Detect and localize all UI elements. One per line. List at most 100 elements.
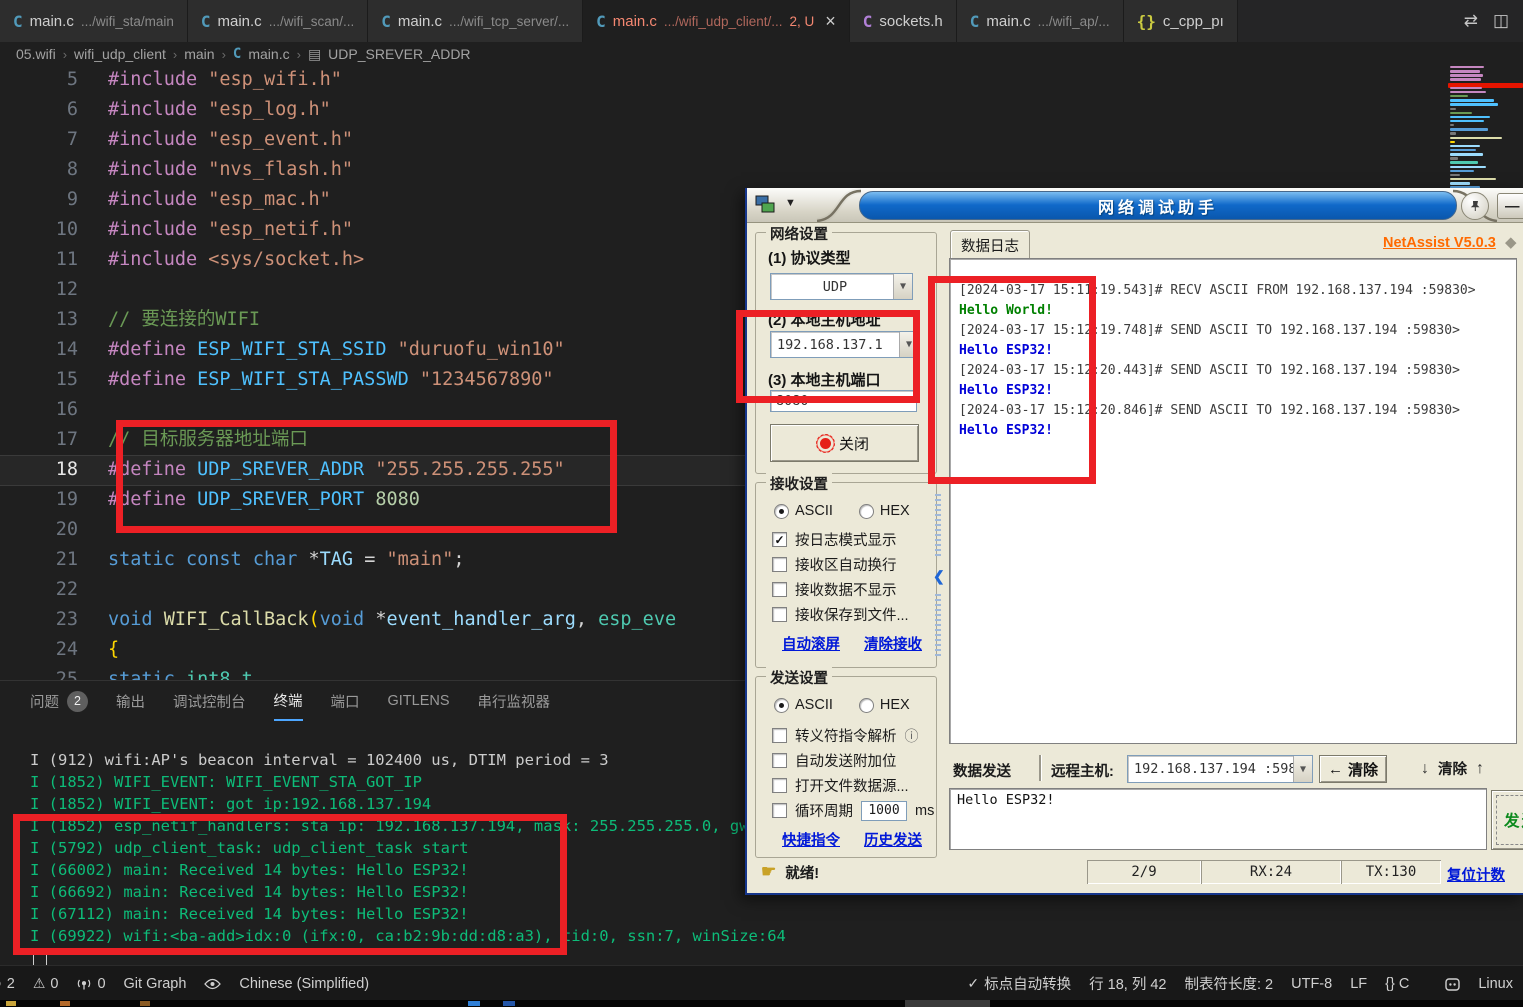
- status-item--[interactable]: ✓标点自动转换: [967, 973, 1071, 994]
- option-1[interactable]: 接收区自动换行: [772, 554, 897, 575]
- panel-tab-GITLENS[interactable]: GITLENS: [388, 681, 450, 721]
- chevron-down-icon[interactable]: ▼: [893, 274, 912, 299]
- send-hex-radio[interactable]: HEX: [859, 697, 910, 713]
- checkbox-icon[interactable]: [772, 778, 787, 793]
- editor-tab-sockets-h[interactable]: Csockets.h: [850, 0, 957, 42]
- status-bar: ⊗2 ⚠0 0 Git Graph Chinese (Simplified) ✓标点自动…: [0, 965, 1523, 1001]
- reset-counter-link[interactable]: 复位计数: [1447, 864, 1505, 885]
- option-3[interactable]: 接收保存到文件...: [772, 604, 909, 625]
- quick-command-link[interactable]: 快捷指令: [782, 829, 840, 850]
- checkbox-icon[interactable]: ✓: [772, 532, 787, 547]
- netassist-app-icon[interactable]: [755, 195, 777, 218]
- status-item--C[interactable]: {} C: [1385, 976, 1409, 992]
- chevron-down-icon[interactable]: ▼: [1293, 756, 1312, 782]
- checkbox-icon[interactable]: [772, 753, 787, 768]
- close-icon[interactable]: ×: [825, 11, 836, 32]
- status-item[interactable]: [1445, 977, 1460, 991]
- status-item[interactable]: [204, 978, 221, 990]
- breadcrumb-item[interactable]: main: [184, 46, 214, 62]
- breadcrumb-item[interactable]: 05.wifi: [16, 46, 56, 62]
- code-text: static int8_t: [78, 665, 253, 680]
- minimap[interactable]: [1448, 66, 1523, 190]
- close-connection-button[interactable]: 关闭: [770, 424, 919, 462]
- line-number: 20: [0, 515, 78, 545]
- panel-tab-问题[interactable]: 问题2: [30, 681, 88, 721]
- checkbox-icon[interactable]: [772, 607, 787, 622]
- titlebar-menu-arrow-icon[interactable]: ▼: [785, 197, 796, 209]
- split-editor-icon[interactable]: ◫: [1493, 11, 1509, 31]
- status-item-LF[interactable]: LF: [1350, 976, 1367, 992]
- protocol-select[interactable]: UDP ▼: [770, 273, 913, 300]
- code-text: #include "esp_mac.h": [78, 185, 331, 215]
- panel-tab-串行监视器[interactable]: 串行监视器: [478, 681, 551, 721]
- up-arrow-icon[interactable]: ↑: [1476, 760, 1484, 778]
- receive-ascii-radio[interactable]: ASCII: [774, 503, 833, 519]
- checkbox-icon[interactable]: [772, 803, 787, 818]
- option-3[interactable]: 循环周期1000ms: [772, 800, 934, 821]
- breadcrumb-item[interactable]: UDP_SREVER_ADDR: [328, 46, 470, 62]
- data-log-tab[interactable]: 数据日志: [950, 230, 1030, 260]
- history-controls: ↓ 清除 ↑: [1421, 758, 1484, 779]
- editor-tab-c_cpp_pı[interactable]: {}c_cpp_pı: [1124, 0, 1238, 42]
- netassist-titlebar[interactable]: ▼ 网络调试助手 —: [747, 188, 1523, 223]
- status-item-Linux[interactable]: Linux: [1478, 976, 1513, 992]
- status-item-0[interactable]: ⚠0: [33, 975, 59, 992]
- minimap-line: [1450, 78, 1481, 80]
- remote-host-select[interactable]: 192.168.137.194 :59830 ▼: [1127, 755, 1313, 783]
- minimap-line: [1450, 128, 1488, 130]
- collapse-left-icon[interactable]: ❮: [933, 568, 945, 585]
- status-item-Git-Graph[interactable]: Git Graph: [124, 976, 187, 992]
- down-arrow-icon[interactable]: ↓: [1421, 760, 1429, 778]
- checkbox-icon[interactable]: [772, 582, 787, 597]
- option-0[interactable]: ✓按日志模式显示: [772, 529, 897, 550]
- send-ascii-radio[interactable]: ASCII: [774, 697, 833, 713]
- checkbox-icon[interactable]: [772, 557, 787, 572]
- code-text: [78, 575, 108, 605]
- editor-tab-main-c[interactable]: Cmain.c.../wifi_scan/...: [188, 0, 368, 42]
- option-0[interactable]: 转义符指令解析ⓘ: [772, 725, 919, 746]
- clear-send-button[interactable]: ← 清除: [1319, 755, 1387, 783]
- status-item-UTF-8[interactable]: UTF-8: [1291, 976, 1332, 992]
- netassist-version-link[interactable]: NetAssist V5.0.3: [1383, 235, 1496, 251]
- editor-tab-main-c[interactable]: Cmain.c.../wifi_tcp_server/...: [368, 0, 583, 42]
- status-label: 行 18, 列 42: [1089, 973, 1166, 994]
- status-item--18-42[interactable]: 行 18, 列 42: [1089, 973, 1166, 994]
- panel-tab-端口[interactable]: 端口: [331, 681, 360, 721]
- cycle-period-input[interactable]: 1000: [861, 801, 907, 821]
- pin-button[interactable]: [1461, 192, 1489, 220]
- panel-tab-终端[interactable]: 终端: [274, 681, 303, 721]
- breadcrumb-item[interactable]: main.c: [248, 46, 289, 62]
- checkbox-icon[interactable]: [772, 728, 787, 743]
- send-text-input[interactable]: Hello ESP32!: [949, 788, 1487, 850]
- editor-tab-main-c[interactable]: Cmain.c.../wifi_sta/main: [0, 0, 188, 42]
- clear-history-link[interactable]: 清除: [1438, 758, 1467, 779]
- receive-hex-radio[interactable]: HEX: [859, 503, 910, 519]
- clear-receive-link[interactable]: 清除接收: [864, 633, 922, 654]
- editor-tab-main-c[interactable]: Cmain.c.../wifi_udp_client/...2, U×: [583, 0, 850, 42]
- option-2[interactable]: 打开文件数据源...: [772, 775, 909, 796]
- compare-changes-icon[interactable]: ⇄: [1464, 11, 1478, 31]
- checkbox-label: 转义符指令解析: [795, 725, 897, 746]
- radio-icon: [859, 698, 874, 713]
- status-label: Chinese (Simplified): [239, 976, 369, 992]
- tab-filename: c_cpp_pı: [1163, 13, 1224, 30]
- option-2[interactable]: 接收数据不显示: [772, 579, 897, 600]
- status-item-Chinese-Simplified-[interactable]: Chinese (Simplified): [239, 976, 369, 992]
- send-button[interactable]: 发送: [1491, 790, 1523, 850]
- minimize-button[interactable]: —: [1497, 193, 1523, 219]
- c-file-icon: C: [970, 12, 980, 31]
- panel-tab-调试控制台[interactable]: 调试控制台: [173, 681, 246, 721]
- minimap-line: [1450, 112, 1472, 114]
- option-1[interactable]: 自动发送附加位: [772, 750, 897, 771]
- editor-tab-main-c[interactable]: Cmain.c.../wifi_ap/...: [957, 0, 1124, 42]
- history-send-link[interactable]: 历史发送: [864, 829, 922, 850]
- panel-tab-输出[interactable]: 输出: [116, 681, 145, 721]
- status-item-0[interactable]: 0: [76, 976, 105, 992]
- status-item--2[interactable]: 制表符长度: 2: [1185, 973, 1274, 994]
- radio-icon: [774, 698, 789, 713]
- status-item-2[interactable]: ⊗2: [0, 975, 15, 992]
- breadcrumb-item[interactable]: wifi_udp_client: [74, 46, 166, 62]
- auto-scroll-link[interactable]: 自动滚屏: [782, 633, 840, 654]
- line-number: 18: [0, 455, 78, 485]
- status-label: Git Graph: [124, 976, 187, 992]
